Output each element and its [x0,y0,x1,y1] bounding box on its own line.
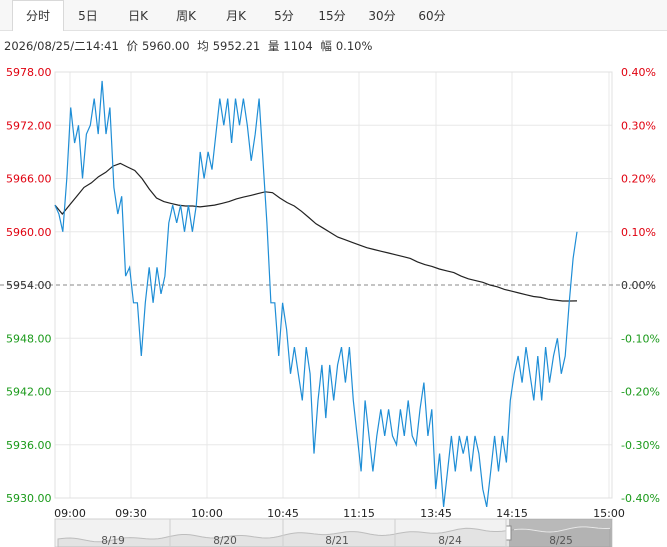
time-tick-label: 15:00 [593,507,625,520]
quote-info-bar: 2026/08/25/二14:41 价 5960.00 均 5952.21 量 110… [4,37,376,55]
tab-monthly-k[interactable]: 月K [216,0,256,31]
price-tick-label: 5948.00 [6,332,52,345]
percent-tick-label: 0.10% [621,226,656,239]
percent-tick-label: -0.30% [621,439,660,452]
price-label: 价 [126,39,138,53]
time-tick-label: 09:00 [54,507,86,520]
time-tick-label: 11:15 [343,507,375,520]
percent-tick-label: 0.30% [621,119,656,132]
time-tick-label: 09:30 [115,507,147,520]
period-tab-bar: 分时 5日 日K 周K 月K 5分 15分 30分 60分 [0,0,667,31]
avg-value: 5952.21 [212,39,261,53]
tab-weekly-k[interactable]: 周K [166,0,206,31]
tab-5-min[interactable]: 5分 [266,0,302,31]
navigator-left-handle[interactable] [505,525,512,541]
price-tick-label: 5978.00 [6,66,52,79]
time-tick-label: 13:45 [420,507,452,520]
navigator-date-label: 8/20 [213,535,237,547]
avg-label: 均 [197,39,209,53]
tab-5-day[interactable]: 5日 [70,0,106,31]
tab-intraday[interactable]: 分时 [12,0,64,31]
tab-15-min[interactable]: 15分 [312,0,352,31]
percent-axis: 0.40% 0.30% 0.20% 0.10% 0.00% -0.10% -0.20% -0.… [621,66,660,505]
change-label: 幅 [320,39,332,53]
price-tick-label: 5942.00 [6,386,52,399]
price-tick-label: 5972.00 [6,119,52,132]
range-navigator[interactable]: 8/19 8/20 8/21 8/24 8/25 [54,518,613,547]
price-line [54,80,578,508]
quote-datetime: 2026/08/25/二14:41 [4,39,119,53]
time-tick-label: 10:00 [191,507,223,520]
volume-value: 1104 [283,39,313,53]
price-tick-label: 5930.00 [6,492,52,505]
percent-tick-label: 0.20% [621,173,656,186]
navigator-date-label: 8/21 [325,535,349,547]
intraday-chart[interactable]: 5978.00 5972.00 5966.00 5960.00 5954.00 5948.… [0,56,667,547]
navigator-date-label: 8/24 [438,535,462,547]
tab-30-min[interactable]: 30分 [362,0,402,31]
tab-daily-k[interactable]: 日K [118,0,158,31]
navigator-date-label: 8/25 [549,535,573,547]
time-tick-label: 10:45 [267,507,299,520]
time-axis: 09:00 09:30 10:00 10:45 11:15 13:45 14:15 15:00 [54,507,625,520]
price-axis: 5978.00 5972.00 5966.00 5960.00 5954.00 5948.… [6,66,52,505]
percent-tick-label: 0.00% [621,279,656,292]
change-value: 0.10% [335,39,373,53]
percent-tick-label: -0.20% [621,386,660,399]
tab-60-min[interactable]: 60分 [412,0,452,31]
percent-tick-label: -0.10% [621,332,660,345]
price-tick-label: 5954.00 [6,279,52,292]
percent-tick-label: -0.40% [621,492,660,505]
time-tick-label: 14:15 [496,507,528,520]
percent-tick-label: 0.40% [621,66,656,79]
price-value: 5960.00 [141,39,190,53]
price-tick-label: 5936.00 [6,439,52,452]
volume-label: 量 [267,39,280,53]
price-tick-label: 5966.00 [6,173,52,186]
price-tick-label: 5960.00 [6,226,52,239]
navigator-date-label: 8/19 [101,535,125,547]
